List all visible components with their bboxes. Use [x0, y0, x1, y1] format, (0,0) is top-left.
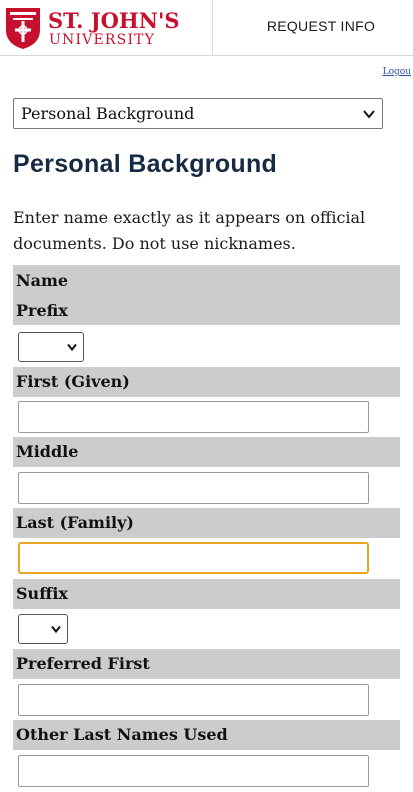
prefix-label-band: Prefix [13, 296, 400, 325]
section-select[interactable]: Personal Background [13, 98, 383, 129]
chevron-down-icon [51, 625, 61, 634]
prefix-select[interactable] [18, 332, 84, 362]
shield-crest-icon [6, 8, 40, 49]
name-group-header: Name [13, 265, 400, 296]
suffix-select[interactable] [18, 614, 68, 644]
last-name-input[interactable] [18, 542, 369, 574]
university-logo[interactable]: ST. JOHN'S UNIVERSITY [4, 4, 209, 50]
preferred-first-input[interactable] [18, 684, 369, 716]
suffix-label-band: Suffix [13, 579, 400, 609]
section-select-value: Personal Background [21, 104, 195, 123]
middle-name-label: Middle [16, 442, 79, 461]
logo-wordmark-line2: UNIVERSITY [49, 32, 155, 48]
first-name-label: First (Given) [16, 372, 130, 391]
request-info-link[interactable]: REQUEST INFO [236, 0, 406, 52]
site-header: ST. JOHN'S UNIVERSITY REQUEST INFO [0, 0, 413, 56]
logout-link[interactable]: Logou [383, 67, 411, 77]
prefix-label: Prefix [16, 301, 68, 320]
preferred-first-label: Preferred First [16, 654, 150, 673]
name-instructions: Enter name exactly as it appears on offi… [13, 208, 366, 253]
chevron-down-icon [67, 343, 77, 352]
logo-wordmark-line1: ST. JOHN'S [48, 8, 180, 33]
other-last-names-input[interactable] [18, 755, 369, 787]
page-title: Personal Background [13, 150, 278, 178]
first-name-input[interactable] [18, 401, 369, 433]
last-name-label-band: Last (Family) [13, 508, 400, 538]
first-name-label-band: First (Given) [13, 367, 400, 397]
middle-name-label-band: Middle [13, 437, 400, 467]
suffix-label: Suffix [16, 584, 68, 603]
preferred-first-label-band: Preferred First [13, 649, 400, 679]
chevron-down-icon [363, 110, 375, 119]
last-name-label: Last (Family) [16, 513, 134, 532]
other-last-names-label: Other Last Names Used [16, 725, 228, 744]
middle-name-input[interactable] [18, 472, 369, 504]
header-divider [212, 0, 213, 55]
name-group-label: Name [16, 271, 69, 290]
other-last-names-label-band: Other Last Names Used [13, 720, 400, 750]
